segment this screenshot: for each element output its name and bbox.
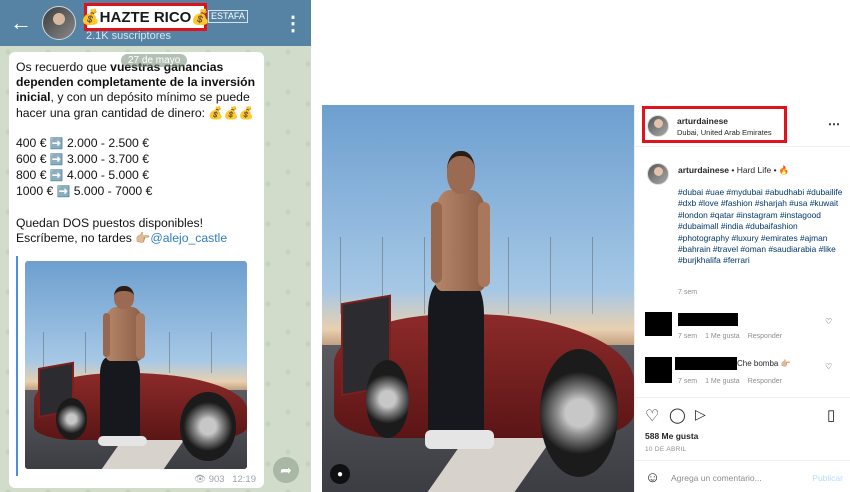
investment-row: 600 € ➡️ 3.000 - 3.700 €: [16, 152, 261, 168]
reply-button[interactable]: Responder: [748, 378, 782, 385]
smile-icon[interactable]: ☺: [645, 469, 660, 486]
preview-accent-bar: [16, 256, 18, 476]
caption-age: 7 sem: [678, 289, 698, 296]
comment-input[interactable]: Agrega un comentario...: [671, 473, 762, 483]
channel-title-area[interactable]: 💰HAZTE RICO💰 ESTAFA 2.1K suscriptores: [80, 0, 275, 46]
cta-line-2: Escríbeme, no tardes 👉🏼@alejo_castle: [16, 230, 228, 245]
view-count: 903: [208, 474, 225, 485]
comment-heart-icon[interactable]: ♡: [825, 362, 832, 371]
comment-icon[interactable]: ◯: [669, 406, 686, 424]
post-location[interactable]: Dubai, United Arab Emirates: [677, 128, 772, 137]
post-header: arturdainese Dubai, United Arab Emirates…: [635, 105, 850, 147]
redacted-avatar: [645, 312, 672, 336]
comment-likes[interactable]: 1 Me gusta: [705, 333, 740, 340]
arrow-right-icon: ➡️: [49, 154, 64, 167]
redacted-username: [675, 357, 737, 370]
instagram-post-photo[interactable]: ●: [322, 105, 634, 492]
likes-count[interactable]: 588 Me gusta: [645, 431, 698, 441]
publish-button[interactable]: Publicar: [812, 473, 843, 483]
comment-bar: ☺ Agrega un comentario... Publicar: [635, 460, 850, 492]
eye-icon: 👁: [194, 474, 207, 485]
reply-button[interactable]: Responder: [748, 333, 782, 340]
telegram-channel-view: ← 💰HAZTE RICO💰 ESTAFA 2.1K suscriptores …: [0, 0, 311, 492]
cta-line-1: Quedan DOS puestos disponibles!: [16, 215, 203, 230]
user-tag-icon[interactable]: ●: [330, 464, 350, 484]
preview-photo[interactable]: [25, 261, 247, 469]
investment-row: 400 € ➡️ 2.000 - 2.500 €: [16, 136, 261, 152]
message-bubble: Os recuerdo que vuestras ganancias depen…: [9, 52, 264, 488]
message-text: Os recuerdo que vuestras ganancias depen…: [16, 60, 261, 246]
redacted-username: [678, 313, 738, 326]
car-photo-scene-large: [322, 105, 634, 492]
message-meta: 👁 903 12:19: [194, 474, 256, 485]
caption-avatar[interactable]: [647, 163, 669, 185]
comment-likes[interactable]: 1 Me gusta: [705, 378, 740, 385]
car-photo-scene: [25, 261, 247, 469]
more-vertical-icon[interactable]: ⋮: [275, 0, 311, 46]
comment-meta: 7 sem 1 Me gusta Responder: [678, 333, 790, 340]
more-horizontal-icon[interactable]: ⋯: [828, 117, 841, 131]
caption-line: arturdainese • Hard Life • 🔥: [678, 165, 790, 176]
message-intro-plain: Os recuerdo que: [16, 60, 111, 74]
arrow-right-icon: ➡️: [56, 186, 71, 199]
telegram-header: ← 💰HAZTE RICO💰 ESTAFA 2.1K suscriptores …: [0, 0, 311, 46]
instagram-post-sidebar: arturdainese Dubai, United Arab Emirates…: [634, 105, 850, 492]
heart-icon[interactable]: ♡: [645, 406, 659, 426]
date-chip: 27 de mayo: [121, 54, 188, 67]
caption-text: • Hard Life • 🔥: [729, 165, 790, 175]
redacted-avatar: [645, 357, 672, 383]
post-date: 10 DE ABRIL: [645, 446, 687, 453]
back-arrow-icon[interactable]: ←: [0, 0, 42, 46]
caption-username[interactable]: arturdainese: [678, 165, 729, 175]
channel-avatar[interactable]: [42, 6, 76, 40]
comment-heart-icon[interactable]: ♡: [825, 317, 832, 326]
post-username[interactable]: arturdainese: [677, 116, 728, 126]
comment-age: 7 sem: [678, 378, 698, 385]
post-actions: ♡ ◯ ▷ ▯ 588 Me gusta 10 DE ABRIL ☺ Agreg…: [635, 397, 850, 492]
handle-link[interactable]: @alejo_castle: [150, 231, 227, 245]
investment-row: 1000 € ➡️ 5.000 - 7000 €: [16, 184, 261, 200]
hashtags[interactable]: #dubai #uae #mydubai #abudhabi #dubailif…: [678, 187, 843, 267]
comment-meta: 7 sem 1 Me gusta Responder: [678, 378, 790, 385]
highlight-box-title: 💰HAZTE RICO💰: [80, 3, 211, 31]
arrow-right-icon: ➡️: [49, 137, 64, 150]
comment-age: 7 sem: [678, 333, 698, 340]
comparison-screenshot: ← 💰HAZTE RICO💰 ESTAFA 2.1K suscriptores …: [0, 0, 850, 492]
channel-title: 💰HAZTE RICO💰: [80, 9, 211, 26]
message-time: 12:19: [232, 474, 256, 485]
avatar[interactable]: [647, 115, 669, 137]
message-intro-rest: , y con un depósito mínimo se puede hace…: [16, 90, 254, 120]
scam-tag: ESTAFA: [208, 10, 248, 23]
send-icon[interactable]: ▷: [695, 406, 706, 423]
share-icon[interactable]: ➦: [273, 457, 299, 483]
comment-text: Che bomba 👉🏼: [737, 359, 791, 368]
investment-row: 800 € ➡️ 4.000 - 5.000 €: [16, 168, 261, 184]
arrow-right-icon: ➡️: [49, 170, 64, 183]
subscriber-count: 2.1K suscriptores: [86, 30, 171, 42]
bookmark-icon[interactable]: ▯: [827, 406, 835, 424]
